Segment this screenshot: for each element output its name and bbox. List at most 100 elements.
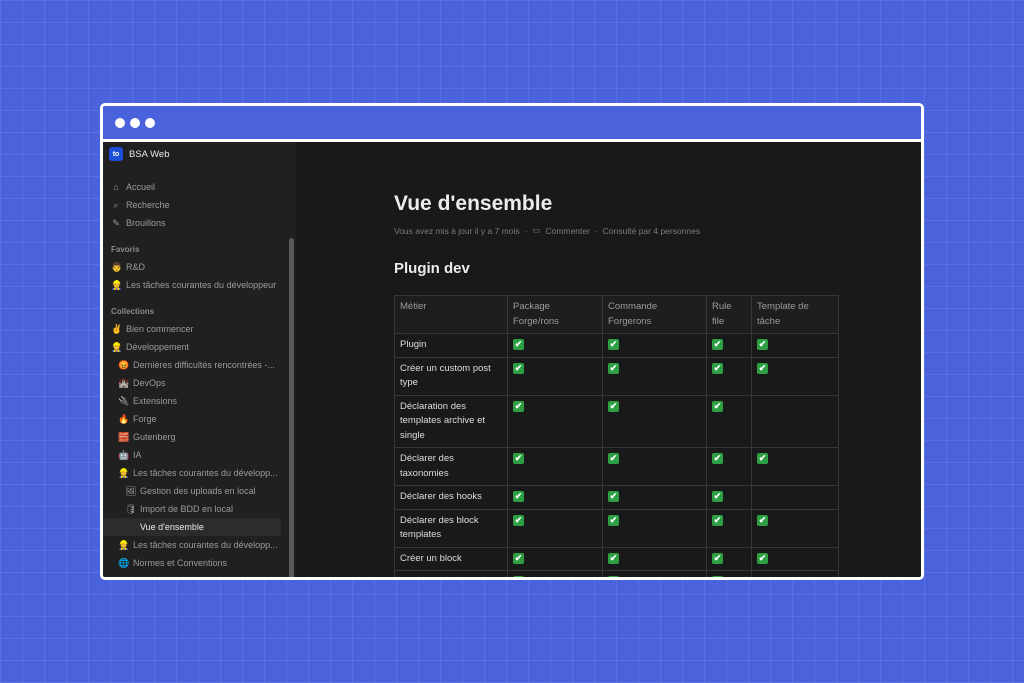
table-cell-label[interactable]: Déclarer des block templates xyxy=(394,508,508,548)
worker-icon: 👷 xyxy=(118,539,130,550)
table-row[interactable]: Plugin ✔ ✔ ✔ ✔ xyxy=(394,333,839,358)
check-icon: ✔ xyxy=(513,514,524,526)
sidebar-item[interactable]: ⌂ Accueil xyxy=(103,178,283,196)
table-cell[interactable]: ✔ xyxy=(602,485,707,510)
comment-icon[interactable]: ▭ xyxy=(533,225,541,236)
sidebar-item-label: Extensions xyxy=(133,396,178,406)
table-cell[interactable]: ✔ xyxy=(751,447,839,486)
sidebar-item[interactable]: 😡 Dernières difficultés rencontrées -... xyxy=(103,356,283,374)
table-cell[interactable]: ✔ xyxy=(507,333,603,358)
check-icon: ✔ xyxy=(712,514,723,526)
app-shell: to BSA Web ⌂ Accueil ⌕ Recherche ✎ Brouillons… xyxy=(103,142,921,577)
main-nav: ⌂ Accueil ⌕ Recherche ✎ Brouillons xyxy=(103,178,296,232)
sidebar-item[interactable]: 🔥 Forge xyxy=(103,410,283,428)
table-cell[interactable]: ✔ xyxy=(507,546,603,571)
sidebar-item[interactable]: 👨 R&D xyxy=(103,258,283,276)
column-header[interactable]: Package Forge/rons xyxy=(507,295,603,334)
table-cell-label[interactable]: Déclarer des block binding source xyxy=(394,570,508,577)
table-cell[interactable]: ✔ xyxy=(706,508,752,548)
table-cell[interactable]: ✔ xyxy=(602,447,707,486)
table-body: Plugin ✔ ✔ ✔ ✔ Créer un custom post type ✔ ✔ ✔ ✔ D… xyxy=(394,333,839,577)
sidebar-item-label: IA xyxy=(133,450,142,460)
angry-face-icon: 😡 xyxy=(118,359,130,370)
sidebar-item[interactable]: 🖼 Gestion des uploads en local xyxy=(103,482,283,500)
table-cell-label[interactable]: Créer un block xyxy=(394,546,508,571)
window-dot-icon xyxy=(115,117,125,128)
table-cell[interactable]: ✔ xyxy=(751,333,839,358)
table-cell[interactable]: ✔ xyxy=(507,570,603,577)
table-cell[interactable]: ✔ xyxy=(706,546,752,571)
table-cell[interactable]: ✔ xyxy=(507,447,603,486)
table-cell[interactable]: ✔ xyxy=(706,570,752,577)
table-cell[interactable]: ✔ xyxy=(751,546,839,571)
sidebar-item[interactable]: 🌐 Normes et Conventions xyxy=(103,554,283,572)
table-cell-label[interactable]: Déclarer des hooks xyxy=(394,485,508,510)
sidebar-item[interactable]: Vue d'ensemble xyxy=(103,518,281,536)
table-row[interactable]: Déclarer des block templates ✔ ✔ ✔ ✔ xyxy=(394,508,839,548)
brick-icon: 🧱 xyxy=(118,431,130,442)
table-cell-label[interactable]: Déclarer des taxonomies xyxy=(394,447,508,486)
collections-heading: Collections xyxy=(111,306,155,316)
castle-icon: 🏰 xyxy=(118,377,130,388)
sidebar-item[interactable]: ✌ Bien commencer xyxy=(103,320,283,338)
check-icon: ✔ xyxy=(608,514,619,526)
comment-link[interactable]: Commenter xyxy=(546,226,590,236)
table-cell[interactable]: ✔ xyxy=(602,394,707,448)
sidebar-item[interactable]: 👷 Les tâches courantes du développeur xyxy=(103,276,283,294)
table-row[interactable]: Déclarer des taxonomies ✔ ✔ ✔ ✔ xyxy=(394,447,839,486)
sidebar-item[interactable]: ⌕ Recherche xyxy=(103,196,283,214)
table-cell[interactable]: ✔ xyxy=(751,508,839,548)
table-cell[interactable]: ✔ xyxy=(507,394,603,448)
sidebar-item[interactable]: 🏰 DevOps xyxy=(103,374,283,392)
table-row[interactable]: Déclaration des templates archive et sin… xyxy=(394,394,839,448)
table-cell[interactable]: ✔ xyxy=(507,356,603,396)
table-cell[interactable]: ✔ xyxy=(706,394,752,448)
table-cell[interactable] xyxy=(751,570,839,577)
table-cell[interactable]: ✔ xyxy=(706,333,752,358)
sidebar-item-label: Dernières difficultés rencontrées -... xyxy=(133,360,275,370)
table-cell[interactable]: ✔ xyxy=(706,356,752,396)
table-cell[interactable]: ✔ xyxy=(602,356,707,396)
table-cell-label[interactable]: Créer un custom post type xyxy=(394,356,508,396)
table-row[interactable]: Déclarer des hooks ✔ ✔ ✔ xyxy=(394,485,839,510)
home-icon: ⌂ xyxy=(113,182,119,192)
check-icon: ✔ xyxy=(513,576,524,577)
edit-icon: ✎ xyxy=(112,217,120,228)
table-cell-label[interactable]: Déclaration des templates archive et sin… xyxy=(394,394,508,448)
table-cell[interactable]: ✔ xyxy=(706,447,752,486)
sidebar-item[interactable]: 👷 Les tâches courantes du développ... xyxy=(103,536,283,554)
table-cell[interactable]: ✔ xyxy=(602,508,707,548)
views-text[interactable]: Consulté par 4 personnes xyxy=(603,226,700,236)
table-cell[interactable]: ✔ xyxy=(706,485,752,510)
table-row[interactable]: Créer un custom post type ✔ ✔ ✔ ✔ xyxy=(394,356,839,396)
table-row[interactable]: Créer un block ✔ ✔ ✔ ✔ xyxy=(394,546,839,571)
column-header[interactable]: Métier xyxy=(394,295,508,334)
sidebar-scrollbar[interactable] xyxy=(289,238,294,577)
sidebar-item[interactable]: 🤖 IA xyxy=(103,446,283,464)
table-cell[interactable]: ✔ xyxy=(602,546,707,571)
image-icon: 🖼 xyxy=(125,485,137,496)
workspace-switcher[interactable]: to BSA Web xyxy=(103,142,296,166)
sidebar-item-label: Recherche xyxy=(126,200,170,210)
table-cell[interactable] xyxy=(751,394,839,448)
table-cell[interactable] xyxy=(751,485,839,510)
sidebar-item[interactable]: 🧱 Gutenberg xyxy=(103,428,283,446)
sidebar-item-label: Import de BDD en local xyxy=(140,504,234,514)
column-header[interactable]: Rule file xyxy=(706,295,752,334)
sidebar-item[interactable]: 👷 Développement xyxy=(103,338,283,356)
table-cell[interactable]: ✔ xyxy=(602,570,707,577)
table-cell[interactable]: ✔ xyxy=(507,508,603,548)
sidebar-item-label: Gutenberg xyxy=(133,432,176,442)
sidebar-item[interactable]: 👷 Les tâches courantes du développ... xyxy=(103,464,283,482)
table-cell[interactable]: ✔ xyxy=(507,485,603,510)
table-cell-label[interactable]: Plugin xyxy=(394,333,508,358)
table-cell[interactable]: ✔ xyxy=(751,356,839,396)
column-header[interactable]: Template de tâche xyxy=(751,295,839,334)
sidebar-item[interactable]: 🛢 Import de BDD en local xyxy=(103,500,283,518)
column-header[interactable]: Commande Forgerons xyxy=(602,295,707,334)
sidebar-item[interactable]: 🔌 Extensions xyxy=(103,392,283,410)
sidebar-item-label: Vue d'ensemble xyxy=(140,522,204,532)
sidebar-item[interactable]: ✎ Brouillons xyxy=(103,214,283,232)
table-cell[interactable]: ✔ xyxy=(602,333,707,358)
table-row[interactable]: Déclarer des block binding source ✔ ✔ ✔ xyxy=(394,570,839,577)
